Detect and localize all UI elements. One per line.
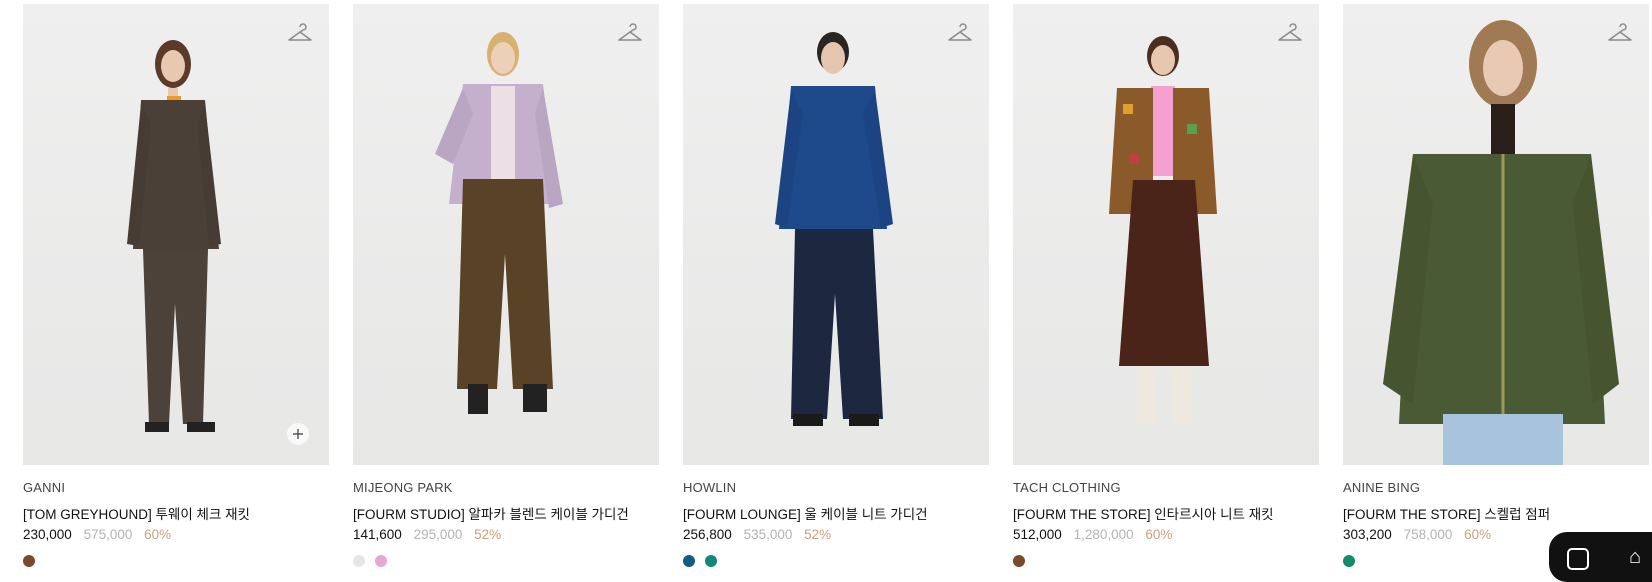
store-icon: ⌂ [1629, 546, 1642, 568]
color-swatches [683, 554, 989, 568]
brand-name[interactable]: GANNI [23, 480, 329, 496]
discount-rate: 52% [804, 527, 832, 542]
brand-name[interactable]: MIJEONG PARK [353, 480, 659, 496]
color-swatch[interactable] [1013, 555, 1025, 567]
product-card[interactable]: ANINE BING [FOURM THE STORE] 스켈럽 점퍼 303,… [1343, 4, 1649, 568]
product-card[interactable]: TACH CLOTHING [FOURM THE STORE] 인타르시아 니트… [1013, 4, 1319, 568]
color-swatch[interactable] [1343, 555, 1355, 567]
discount-rate: 60% [1464, 527, 1492, 542]
sale-price: 141,600 [353, 527, 402, 542]
sale-price: 256,800 [683, 527, 732, 542]
hanger-icon[interactable] [287, 20, 313, 46]
sale-price: 230,000 [23, 527, 72, 542]
product-image[interactable] [1343, 4, 1649, 465]
price-row: 230,000 575,000 60% [23, 527, 329, 544]
product-image[interactable] [683, 4, 989, 465]
product-title[interactable]: [FOURM THE STORE] 스켈럽 점퍼 [1343, 503, 1649, 522]
original-price: 758,000 [1403, 527, 1453, 542]
price-row: 141,600 295,000 52% [353, 527, 659, 544]
brand-name[interactable]: HOWLIN [683, 480, 989, 496]
model-photo [775, 32, 893, 426]
discount-rate: 52% [474, 527, 502, 542]
price-row: 256,800 535,000 52% [683, 527, 989, 544]
model-photo [127, 40, 221, 432]
hanger-icon[interactable] [1277, 20, 1303, 46]
product-title[interactable]: [TOM GREYHOUND] 투웨이 체크 재킷 [23, 503, 329, 522]
model-photo [435, 32, 563, 414]
product-card[interactable]: HOWLIN [FOURM LOUNGE] 울 케이블 니트 가디건 256,8… [683, 4, 989, 568]
product-grid: GANNI [TOM GREYHOUND] 투웨이 체크 재킷 230,000 … [0, 0, 1652, 567]
product-card[interactable]: MIJEONG PARK [FOURM STUDIO] 알파카 블렌드 케이블 … [353, 4, 659, 568]
color-swatch[interactable] [23, 555, 35, 567]
color-swatches [23, 554, 329, 568]
discount-rate: 60% [1145, 527, 1173, 542]
product-image[interactable] [23, 4, 329, 465]
brand-name[interactable]: TACH CLOTHING [1013, 480, 1319, 496]
original-price: 1,280,000 [1073, 527, 1134, 542]
product-title[interactable]: [FOURM THE STORE] 인타르시아 니트 재킷 [1013, 503, 1319, 522]
color-swatch[interactable] [353, 555, 365, 567]
original-price: 295,000 [413, 527, 463, 542]
model-photo [1383, 20, 1619, 465]
color-swatches [1013, 554, 1319, 568]
product-image[interactable] [1013, 4, 1319, 465]
color-swatch[interactable] [375, 555, 388, 567]
plus-icon[interactable] [287, 423, 309, 445]
sale-price: 512,000 [1013, 527, 1062, 542]
compare-icon [1567, 548, 1589, 570]
hanger-icon[interactable] [1607, 20, 1633, 46]
color-swatches [353, 554, 659, 568]
product-image[interactable] [353, 4, 659, 465]
color-swatch[interactable] [705, 555, 718, 567]
price-row: 512,000 1,280,000 60% [1013, 527, 1319, 544]
model-photo [1109, 36, 1217, 424]
floating-action-button[interactable]: ⌂ [1549, 532, 1652, 582]
discount-rate: 60% [144, 527, 172, 542]
hanger-icon[interactable] [947, 20, 973, 46]
color-swatch[interactable] [683, 555, 695, 567]
product-title[interactable]: [FOURM STUDIO] 알파카 블렌드 케이블 가디건 [353, 503, 659, 522]
original-price: 535,000 [743, 527, 793, 542]
brand-name[interactable]: ANINE BING [1343, 480, 1649, 496]
sale-price: 303,200 [1343, 527, 1392, 542]
original-price: 575,000 [83, 527, 133, 542]
product-card[interactable]: GANNI [TOM GREYHOUND] 투웨이 체크 재킷 230,000 … [23, 4, 329, 568]
product-title[interactable]: [FOURM LOUNGE] 울 케이블 니트 가디건 [683, 503, 989, 522]
hanger-icon[interactable] [617, 20, 643, 46]
